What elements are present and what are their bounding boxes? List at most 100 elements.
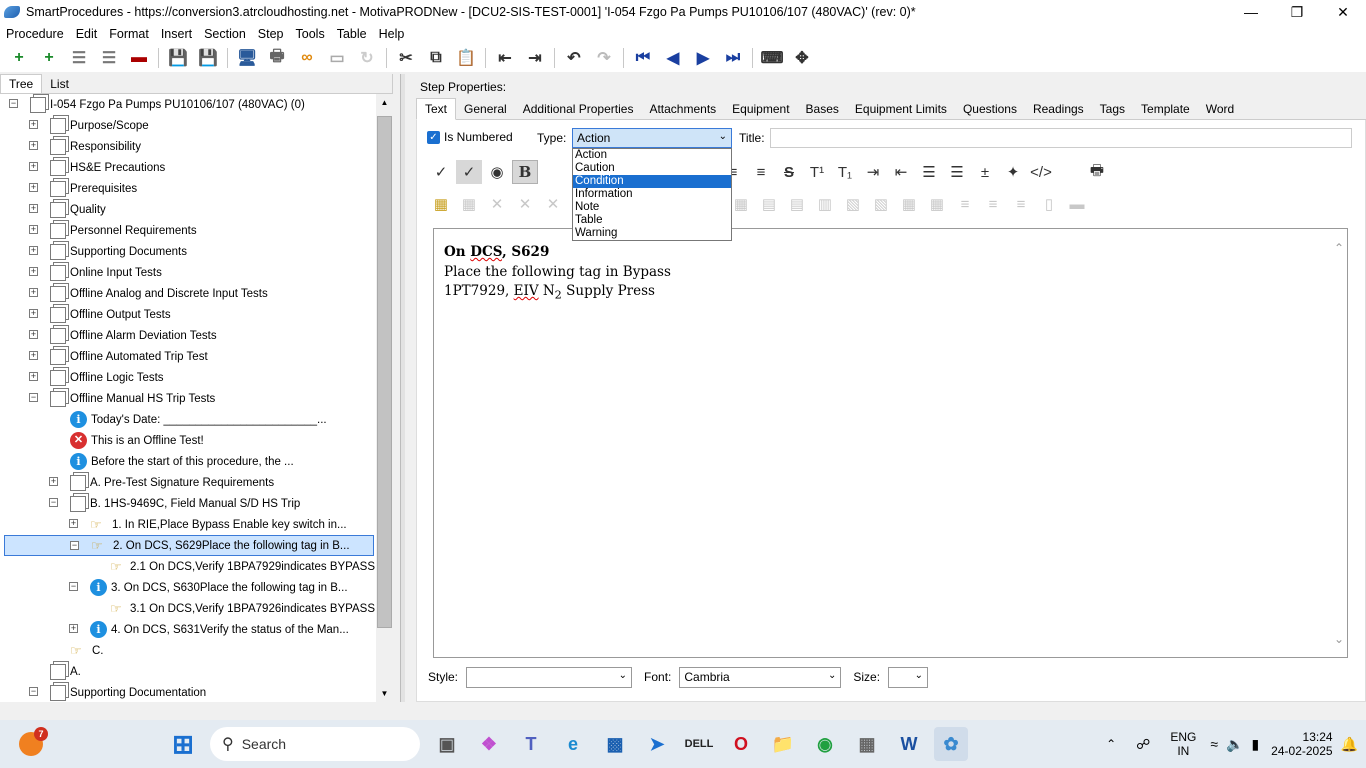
tab-equipment-limits[interactable]: Equipment Limits	[847, 99, 955, 119]
tab-general[interactable]: General	[456, 99, 515, 119]
tree-scrollbar[interactable]: ▲ ▼	[376, 94, 393, 702]
expand-icon[interactable]: +	[29, 330, 38, 339]
next-icon[interactable]: ▶	[691, 46, 715, 70]
copilot-icon[interactable]: ❖	[472, 727, 506, 761]
previous-icon[interactable]: ◀	[661, 46, 685, 70]
bullet-list-icon[interactable]: ☰	[916, 160, 942, 184]
tree-node[interactable]: − i 3. On DCS, S630Place the following tag…	[0, 577, 375, 598]
tree-node[interactable]: + Online Input Tests	[0, 262, 375, 283]
subscript-icon[interactable]: T₁	[832, 160, 858, 184]
html-source-icon[interactable]: </>	[1028, 160, 1054, 184]
last-icon[interactable]: ⏭	[721, 46, 745, 70]
expand-icon[interactable]: +	[49, 477, 58, 486]
save-icon[interactable]: 💾	[196, 46, 220, 70]
add-child-icon[interactable]: +	[37, 46, 61, 70]
remove-icon[interactable]: ▬	[127, 46, 151, 70]
scroll-thumb[interactable]	[377, 116, 392, 628]
minimize-button[interactable]: —	[1228, 0, 1274, 24]
tab-text[interactable]: Text	[416, 98, 457, 120]
justify-icon[interactable]: ≡	[748, 160, 774, 184]
collapse-icon[interactable]: −	[29, 393, 38, 402]
tree-node[interactable]: + Personnel Requirements	[0, 220, 375, 241]
tree-node[interactable]: + HS&E Precautions	[0, 157, 375, 178]
tree-node[interactable]: + i 4. On DCS, S631Verify the status of th…	[0, 619, 375, 640]
tab-tree[interactable]: Tree	[0, 74, 43, 93]
indent-right-icon[interactable]: ⇥	[860, 160, 886, 184]
network-icon[interactable]: ☍	[1136, 736, 1150, 753]
tree-node[interactable]: − Supporting Documentation	[0, 682, 375, 702]
print-icon[interactable]: 🖶	[265, 46, 289, 70]
dell-icon[interactable]: DELL	[682, 727, 716, 761]
editor-scroll-up-icon[interactable]: ⌃	[1334, 239, 1344, 259]
expand-icon[interactable]: +	[29, 183, 38, 192]
option-table[interactable]: Table	[573, 214, 731, 227]
numbered-list-icon[interactable]: ☰	[944, 160, 970, 184]
menu-table[interactable]: Table	[331, 27, 373, 41]
is-numbered-checkbox[interactable]: ✓ Is Numbered	[427, 130, 513, 144]
menu-insert[interactable]: Insert	[155, 27, 198, 41]
option-warning[interactable]: Warning	[573, 227, 731, 240]
superscript-icon[interactable]: T¹	[804, 160, 830, 184]
link-icon[interactable]: ∞	[295, 46, 319, 70]
undo-icon[interactable]: ↶	[562, 46, 586, 70]
outdent-icon[interactable]: ⇤	[493, 46, 517, 70]
taskbar-search[interactable]: ⚲ Search	[210, 727, 420, 761]
menu-format[interactable]: Format	[103, 27, 155, 41]
expand-icon[interactable]: +	[29, 267, 38, 276]
style-select[interactable]: ⌄	[466, 666, 633, 688]
tree-node[interactable]: − I-054 Fzgo Pa Pumps PU10106/107 (480VAC…	[0, 94, 375, 115]
smartprocedures-taskbar-icon[interactable]: ✿	[934, 727, 968, 761]
tree-node[interactable]: + Responsibility	[0, 136, 375, 157]
restore-button[interactable]: ❐	[1274, 0, 1320, 24]
tree-node[interactable]: i Before the start of this procedure, the…	[0, 451, 375, 472]
indent-left-icon[interactable]: ⇤	[888, 160, 914, 184]
teams-icon[interactable]: T	[514, 727, 548, 761]
expand-icon[interactable]: +	[29, 225, 38, 234]
copy-icon[interactable]: ⧉	[424, 46, 448, 70]
clock[interactable]: 13:24 24-02-2025	[1271, 730, 1332, 758]
option-note[interactable]: Note	[573, 201, 731, 214]
volume-icon[interactable]: 🔈	[1226, 736, 1243, 753]
search-replace-icon[interactable]: ⌨	[760, 46, 784, 70]
list-indent-icon[interactable]: ☰	[97, 46, 121, 70]
first-icon[interactable]: ⏮	[631, 46, 655, 70]
menu-procedure[interactable]: Procedure	[0, 27, 70, 41]
tab-additional-properties[interactable]: Additional Properties	[515, 99, 642, 119]
add-icon[interactable]: +	[7, 46, 31, 70]
tree-node-selected[interactable]: − ☞ 2. On DCS, S629Place the following tag…	[4, 535, 374, 556]
file-explorer-icon[interactable]: 📁	[766, 727, 800, 761]
option-caution[interactable]: Caution	[573, 162, 731, 175]
tab-attachments[interactable]: Attachments	[641, 99, 724, 119]
editor-scroll-down-icon[interactable]: ⌄	[1334, 630, 1344, 650]
tree-node[interactable]: i Today's Date: ________________________.…	[0, 409, 375, 430]
indent-icon[interactable]: ⇥	[523, 46, 547, 70]
edge-icon[interactable]: e	[556, 727, 590, 761]
tree-node[interactable]: ☞ C.	[0, 640, 375, 661]
menu-help[interactable]: Help	[373, 27, 411, 41]
spellcheck-icon[interactable]: ✓	[428, 160, 454, 184]
font-select[interactable]: Cambria ⌄	[679, 666, 842, 688]
tab-equipment[interactable]: Equipment	[724, 99, 797, 119]
chrome-icon[interactable]: ◉	[808, 727, 842, 761]
collapse-icon[interactable]: −	[70, 541, 79, 550]
collapse-icon[interactable]: −	[9, 99, 18, 108]
tree-node[interactable]: + Offline Automated Trip Test	[0, 346, 375, 367]
menu-section[interactable]: Section	[198, 27, 252, 41]
tab-readings[interactable]: Readings	[1025, 99, 1092, 119]
expand-icon[interactable]: +	[29, 120, 38, 129]
tree-node[interactable]: + Offline Logic Tests	[0, 367, 375, 388]
tree-node[interactable]: + Purpose/Scope	[0, 115, 375, 136]
spellcheck-as-you-type-icon[interactable]: ✓	[456, 160, 482, 184]
battery-icon[interactable]: ▮	[1251, 736, 1259, 753]
print-preview-icon[interactable]: 🖶	[1084, 160, 1110, 184]
save-all-icon[interactable]: 💾	[166, 46, 190, 70]
wifi-icon[interactable]: ≈	[1210, 736, 1218, 752]
tab-word[interactable]: Word	[1198, 99, 1242, 119]
size-select[interactable]: ⌄	[888, 666, 929, 688]
tab-list[interactable]: List	[42, 75, 77, 93]
tree-node[interactable]: A.	[0, 661, 375, 682]
expand-icon[interactable]: +	[29, 204, 38, 213]
word-icon[interactable]: W	[892, 727, 926, 761]
tree-node[interactable]: − B. 1HS-9469C, Field Manual S/D HS Trip	[0, 493, 375, 514]
expand-icon[interactable]: +	[69, 624, 78, 633]
